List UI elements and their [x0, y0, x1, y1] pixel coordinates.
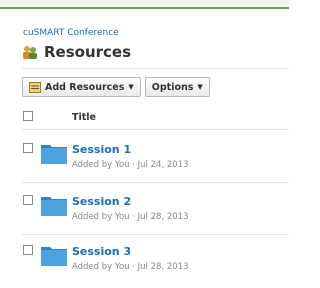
toolbar: Add Resources ▼ Options ▼: [22, 77, 210, 97]
site-name-link[interactable]: cuSMART Conference: [23, 28, 119, 38]
folder-icon[interactable]: [40, 193, 68, 217]
add-resources-label: Add Resources: [45, 81, 125, 93]
table-row: Session 3 Added by You · Jul 28, 2013: [0, 238, 289, 288]
folder-icon[interactable]: [40, 141, 68, 165]
header-divider: [22, 68, 289, 69]
page-title: Resources: [44, 43, 132, 61]
select-all-checkbox[interactable]: [23, 111, 33, 121]
row-meta: Added by You · Jul 28, 2013: [72, 212, 189, 222]
row-meta: Added by You · Jul 28, 2013: [72, 262, 189, 272]
row-title-link[interactable]: Session 3: [72, 245, 131, 258]
row-meta: Added by You · Jul 24, 2013: [72, 160, 189, 170]
chevron-down-icon: ▼: [197, 83, 203, 91]
table-row: Session 1 Added by You · Jul 24, 2013: [0, 136, 289, 186]
options-label: Options: [151, 81, 194, 93]
row-checkbox[interactable]: [23, 143, 33, 153]
row-checkbox[interactable]: [23, 195, 33, 205]
row-divider: [22, 182, 289, 183]
row-title-link[interactable]: Session 2: [72, 195, 131, 208]
chevron-down-icon: ▼: [128, 83, 134, 91]
column-header-title[interactable]: Title: [72, 112, 96, 123]
row-title-link[interactable]: Session 1: [72, 143, 131, 156]
add-resources-button[interactable]: Add Resources ▼: [22, 77, 141, 97]
row-divider: [22, 234, 289, 235]
table-row: Session 2 Added by You · Jul 28, 2013: [0, 188, 289, 238]
resources-people-icon: [22, 44, 38, 60]
add-resources-icon: [29, 81, 41, 93]
row-checkbox[interactable]: [23, 245, 33, 255]
folder-icon[interactable]: [40, 243, 68, 267]
page-header: Resources: [22, 41, 131, 63]
table-header-divider: [22, 129, 289, 130]
options-button[interactable]: Options ▼: [144, 77, 210, 97]
top-bar: [0, 0, 289, 9]
